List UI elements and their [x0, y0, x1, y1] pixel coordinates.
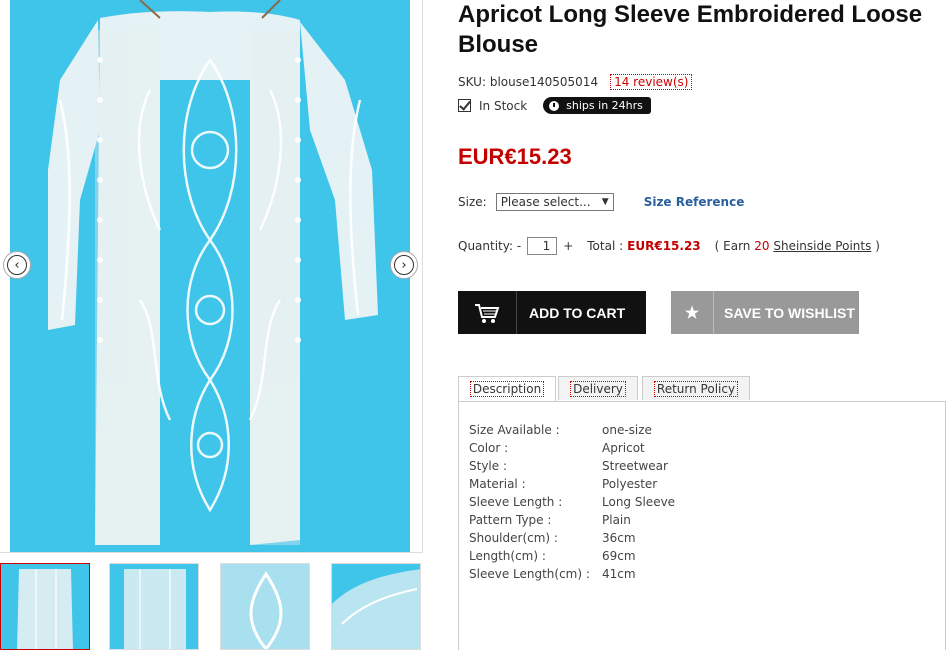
- spec-value: Streetwear: [602, 459, 668, 473]
- earn-prefix: ( Earn: [714, 239, 751, 253]
- add-to-cart-label: ADD TO CART: [529, 304, 626, 321]
- spec-key: Sleeve Length :: [469, 495, 563, 509]
- main-product-image[interactable]: ‹ ›: [0, 0, 423, 553]
- dropdown-caret-icon: ▼: [601, 197, 609, 207]
- tab-return-policy[interactable]: Return Policy: [642, 376, 750, 400]
- prev-image-button[interactable]: ‹: [3, 251, 31, 279]
- product-price: EUR€15.23: [458, 144, 572, 169]
- tab-delivery-label: Delivery: [570, 380, 626, 397]
- sku-value: blouse140505014: [489, 75, 599, 89]
- earn-suffix: ): [875, 239, 880, 253]
- points-link[interactable]: Sheinside Points: [773, 239, 871, 253]
- earn-points: 20: [754, 239, 770, 253]
- total-value: EUR€15.23: [627, 239, 701, 253]
- clock-icon: [549, 100, 560, 111]
- spec-key: Material :: [469, 477, 526, 491]
- reviews-link[interactable]: 14 review(s): [610, 74, 693, 90]
- stock-status: In Stock: [479, 98, 528, 113]
- ship-badge-text: ships in 24hrs: [566, 99, 643, 112]
- size-select-value: Please select...: [500, 195, 591, 209]
- tab-description-label: Description: [469, 381, 545, 397]
- thumbnail-image: [332, 569, 420, 649]
- quantity-row: Quantity: - 1 + Total : EUR€15.23 ( Earn…: [458, 237, 880, 255]
- size-row: Size: Please select... ▼ Size Reference: [458, 193, 744, 211]
- spec-key: Size Available :: [469, 423, 560, 437]
- tab-description[interactable]: Description: [458, 376, 556, 401]
- next-image-button[interactable]: ›: [390, 251, 418, 279]
- spec-value: Plain: [602, 513, 631, 527]
- thumbnail-4[interactable]: [331, 563, 421, 650]
- tab-delivery[interactable]: Delivery: [558, 376, 638, 400]
- spec-value: Apricot: [602, 441, 645, 455]
- save-to-wishlist-button[interactable]: ★ SAVE TO WISHLIST: [671, 291, 859, 334]
- chevron-left-icon: ‹: [7, 255, 27, 275]
- in-stock-check-icon: [458, 99, 471, 112]
- thumbnail-1[interactable]: [0, 563, 90, 650]
- chevron-right-icon: ›: [394, 255, 414, 275]
- spec-value: 69cm: [602, 549, 636, 563]
- stock-row: In Stock ships in 24hrs: [458, 97, 651, 114]
- thumbnail-image: [124, 569, 186, 649]
- spec-key: Sleeve Length(cm) :: [469, 567, 590, 581]
- reviews-text: review(s): [629, 75, 689, 89]
- cart-icon: [458, 291, 517, 334]
- size-label: Size:: [458, 195, 487, 209]
- quantity-label: Quantity:: [458, 239, 514, 253]
- tab-return-policy-label: Return Policy: [653, 380, 739, 397]
- spec-value: 36cm: [602, 531, 636, 545]
- thumbnail-2[interactable]: [109, 563, 199, 650]
- thumbnail-3[interactable]: [220, 563, 310, 650]
- quantity-plus-button[interactable]: +: [563, 239, 573, 253]
- product-tabs: Description Delivery Return Policy: [458, 376, 946, 402]
- spec-value: 41cm: [602, 567, 636, 581]
- ship-badge: ships in 24hrs: [543, 97, 651, 114]
- blouse-image: [48, 0, 378, 545]
- spec-key: Pattern Type :: [469, 513, 552, 527]
- description-panel: Size Available : one-size Color : Apricot …: [458, 401, 946, 650]
- spec-key: Color :: [469, 441, 509, 455]
- thumbnail-image: [221, 564, 309, 649]
- thumbnail-image: [17, 569, 73, 649]
- add-to-cart-button[interactable]: ADD TO CART: [458, 291, 646, 334]
- spec-key: Shoulder(cm) :: [469, 531, 558, 545]
- save-to-wishlist-label: SAVE TO WISHLIST: [724, 304, 855, 321]
- star-icon: ★: [671, 291, 714, 334]
- sku-label: SKU:: [458, 75, 486, 89]
- quantity-input[interactable]: 1: [527, 237, 558, 255]
- spec-value: Long Sleeve: [602, 495, 676, 509]
- spec-value: one-size: [602, 423, 652, 437]
- product-title: Apricot Long Sleeve Embroidered Loose Bl…: [458, 1, 923, 58]
- quantity-minus-button[interactable]: -: [517, 239, 521, 253]
- size-select[interactable]: Please select... ▼: [495, 193, 614, 211]
- reviews-count: 14: [614, 75, 630, 89]
- total-label: Total :: [587, 239, 624, 253]
- size-reference-link[interactable]: Size Reference: [644, 195, 745, 209]
- spec-value: Polyester: [602, 477, 658, 491]
- spec-key: Length(cm) :: [469, 549, 546, 563]
- thumbnail-strip: [0, 563, 422, 650]
- sku-row: SKU: blouse140505014 14 review(s): [458, 74, 693, 90]
- spec-key: Style :: [469, 459, 507, 473]
